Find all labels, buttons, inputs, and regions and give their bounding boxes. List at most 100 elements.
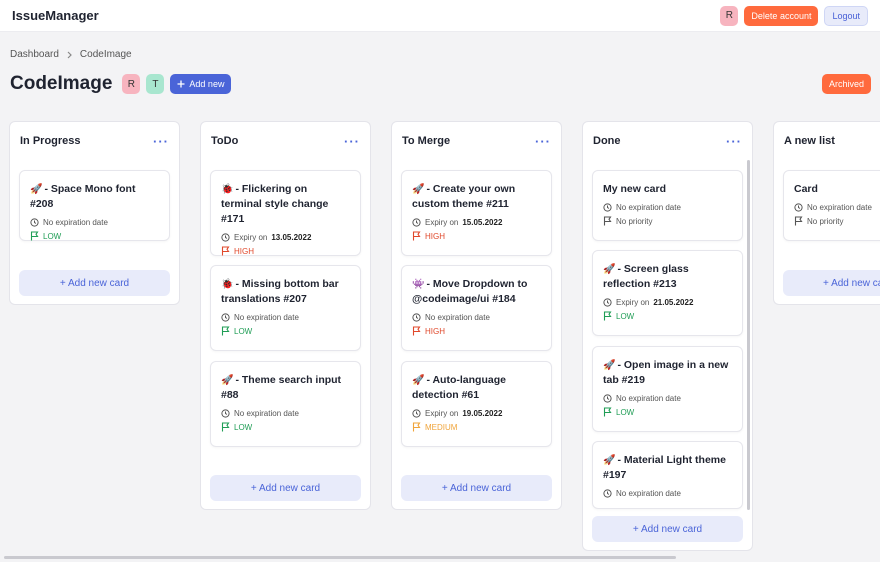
more-horizontal-icon[interactable]: ··· [726, 134, 742, 149]
chevron-right-icon [66, 51, 73, 59]
date-value: 21.05.2022 [653, 298, 694, 307]
flag-icon [221, 422, 230, 432]
clock-icon [221, 409, 230, 418]
column-todo: ToDo ··· 🐞 - Flickering on terminal style… [200, 121, 371, 510]
card-title-text: - Flickering on terminal style change #1… [221, 183, 329, 225]
clock-icon [603, 298, 612, 307]
card-emoji: 👾 [412, 279, 425, 290]
date-value: 13.05.2022 [271, 233, 312, 242]
more-horizontal-icon[interactable]: ··· [344, 134, 360, 149]
card-title: 🚀 - Theme search input #88 [221, 373, 350, 403]
flag-icon [221, 326, 230, 336]
add-new-member-button[interactable]: Add new [170, 74, 232, 94]
card[interactable]: Card No expiration date No priority [783, 170, 880, 241]
app-title[interactable]: IssueManager [12, 8, 99, 23]
card-title-text: - Missing bottom bar translations #207 [221, 278, 339, 305]
card-emoji: 🚀 [412, 184, 425, 195]
card-priority: HIGH [412, 231, 541, 241]
add-new-card-button[interactable]: + Add new card [401, 475, 552, 501]
date-label: Expiry on [425, 409, 459, 418]
clock-icon [30, 218, 39, 227]
priority-label: HIGH [425, 326, 445, 336]
card-title: 🐞 - Flickering on terminal style change #… [221, 182, 350, 227]
logout-button[interactable]: Logout [824, 5, 868, 26]
card[interactable]: 🚀 - Material Light theme #197 No expirati… [592, 441, 743, 509]
clock-icon [603, 489, 612, 498]
card-priority: HIGH [412, 326, 541, 336]
flag-icon [794, 216, 803, 226]
more-horizontal-icon[interactable]: ··· [153, 134, 169, 149]
date-value: 19.05.2022 [462, 409, 503, 418]
column-header: Done ··· [583, 122, 752, 160]
column-scrollbar[interactable] [747, 160, 750, 510]
breadcrumb-dashboard-link[interactable]: Dashboard [10, 49, 59, 60]
more-horizontal-icon[interactable]: ··· [535, 134, 551, 149]
card-priority: LOW [603, 311, 732, 321]
clock-icon [412, 409, 421, 418]
card-emoji: 🐞 [221, 279, 234, 290]
add-new-card-button[interactable]: + Add new card [783, 270, 880, 296]
card[interactable]: My new card No expiration date No priori… [592, 170, 743, 241]
board-horizontal-scrollbar[interactable] [4, 556, 676, 559]
card-date: Expiry on 15.05.2022 [412, 218, 541, 227]
card[interactable]: 🚀 - Screen glass reflection #213 Expiry o… [592, 250, 743, 336]
member-avatar[interactable]: R [122, 74, 141, 94]
card[interactable]: 🚀 - Create your own custom theme #211 Exp… [401, 170, 552, 256]
flag-icon [603, 311, 612, 321]
priority-label: No priority [616, 216, 653, 226]
member-avatar[interactable]: T [146, 74, 165, 94]
card-title-text: My new card [603, 183, 667, 195]
add-new-card-button[interactable]: + Add new card [19, 270, 170, 296]
archived-button[interactable]: Archived [822, 74, 872, 94]
card-title: 🚀 - Screen glass reflection #213 [603, 262, 732, 292]
user-avatar[interactable]: R [720, 5, 739, 26]
card-title-text: - Material Light theme #197 [603, 454, 726, 481]
card-date: No expiration date [221, 409, 350, 418]
card[interactable]: 🚀 - Space Mono font #208 No expiration da… [19, 170, 170, 241]
card[interactable]: 🚀 - Open image in a new tab #219 No expir… [592, 346, 743, 432]
date-label: No expiration date [425, 313, 490, 322]
card-priority: MEDIUM [412, 422, 541, 432]
card-date: No expiration date [603, 394, 732, 403]
column-header: A new list [774, 122, 880, 160]
card[interactable]: 👾 - Move Dropdown to @codeimage/ui #184 N… [401, 265, 552, 351]
column-done: Done ··· My new card No expiration date … [582, 121, 753, 551]
card[interactable]: 🚀 - Theme search input #88 No expiration … [210, 361, 361, 447]
add-new-card-button[interactable]: + Add new card [210, 475, 361, 501]
card-priority: LOW [603, 407, 732, 417]
column-title: Done [593, 135, 621, 147]
card-title: 🚀 - Create your own custom theme #211 [412, 182, 541, 212]
flag-icon [412, 231, 421, 241]
clock-icon [412, 313, 421, 322]
column-a-new-list: A new list Card No expiration date No pr… [773, 121, 880, 305]
date-label: No expiration date [616, 394, 681, 403]
date-label: No expiration date [234, 313, 299, 322]
delete-account-button[interactable]: Delete account [744, 5, 819, 26]
card[interactable]: 🐞 - Missing bottom bar translations #207 … [210, 265, 361, 351]
card-title: My new card [603, 182, 732, 197]
column-title: To Merge [402, 135, 451, 147]
priority-label: LOW [616, 407, 635, 417]
card-title-text: - Move Dropdown to @codeimage/ui #184 [412, 278, 528, 305]
flag-icon [412, 422, 421, 432]
date-label: No expiration date [616, 489, 681, 498]
column-header: ToDo ··· [201, 122, 370, 160]
card-emoji: 🚀 [603, 264, 616, 275]
plus-icon [177, 80, 185, 88]
card[interactable]: 🐞 - Flickering on terminal style change #… [210, 170, 361, 256]
header-actions: R Delete account Logout [720, 5, 868, 26]
card-priority: LOW [221, 326, 350, 336]
card-date: No expiration date [30, 218, 159, 227]
date-label: Expiry on [234, 233, 268, 242]
add-new-card-button[interactable]: + Add new card [592, 516, 743, 542]
clock-icon [412, 218, 421, 227]
column-in-progress: In Progress ··· 🚀 - Space Mono font #208 … [9, 121, 180, 305]
card-priority: HIGH [221, 246, 350, 256]
card-title: 🐞 - Missing bottom bar translations #207 [221, 277, 350, 307]
card[interactable]: 🚀 - Auto-language detection #61 Expiry on… [401, 361, 552, 447]
card-date: No expiration date [221, 313, 350, 322]
card-title-text: - Space Mono font #208 [30, 183, 136, 210]
date-label: No expiration date [43, 218, 108, 227]
column-title: ToDo [211, 135, 239, 147]
priority-label: HIGH [425, 231, 445, 241]
